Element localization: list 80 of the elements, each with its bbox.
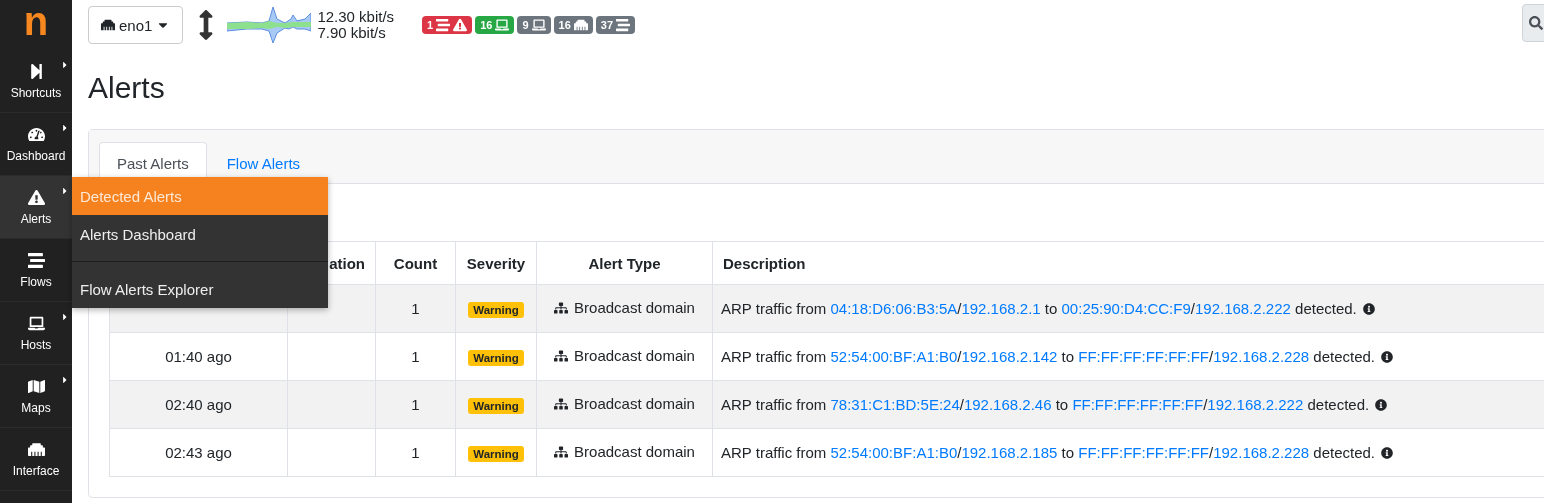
page-title: Alerts [88,70,166,106]
warning-icon [453,18,468,32]
count-cell: 1 [411,348,420,365]
map-icon [27,377,45,395]
severity-badge: Warning [468,397,524,414]
sitemap-icon [554,396,569,411]
laptop-icon [27,314,45,332]
count-badge[interactable]: 1 [422,16,473,34]
address-link[interactable]: 192.168.2.222 [1207,396,1304,413]
sidebar-item[interactable]: Maps [0,365,72,428]
info-icon[interactable] [1375,399,1388,411]
ethernet-icon [101,18,115,32]
sidebar-item[interactable]: Alerts [0,176,72,239]
address-link[interactable]: FF:FF:FF:FF:FF:FF [1078,444,1209,461]
sitemap-icon [554,444,569,459]
column-header: Alert Type [588,254,661,272]
address-link[interactable]: FF:FF:FF:FF:FF:FF [1072,396,1204,413]
address-link[interactable]: 04:18:D6:06:B3:5A [830,300,958,317]
address-link[interactable]: 52:54:00:BF:A1:B0 [830,444,958,461]
address-link[interactable]: FF:FF:FF:FF:FF:FF [1078,348,1209,365]
interface-dropdown[interactable]: eno1 [88,6,184,44]
logo[interactable]: n [23,1,49,41]
menu-item[interactable]: Detected Alerts [72,177,328,215]
laptop-icon [531,18,546,32]
address-link[interactable]: 52:54:00:BF:A1:B0 [830,348,958,365]
description-text: ARP traffic from 04:18:D6:06:B3:5A/192.168.2.1 to 00:25:90:D4:CC:F9/192.168.2.222 detected. [721,300,1357,317]
bars-icon [27,251,45,269]
count-cell: 1 [411,300,420,317]
sidebar-item[interactable]: Interface [0,428,72,491]
download-speed: 7.90 kbit/s [317,25,387,41]
date-cell: 01:40 ago [165,348,232,365]
date-cell: 02:40 ago [165,396,232,413]
info-icon[interactable] [1381,351,1393,363]
severity-badge: Warning [468,301,524,318]
menu-item[interactable]: Flow Alerts Explorer [72,270,328,308]
address-link[interactable]: 192.168.2.228 [1213,444,1310,461]
sitemap-icon [554,300,569,315]
alert-type-cell: Broadcast domain [574,395,695,413]
address-link[interactable]: 192.168.2.222 [1194,300,1291,317]
date-cell: 02:43 ago [165,444,232,461]
ethernet-icon [573,18,588,32]
menu-item[interactable]: Alerts Dashboard [72,215,328,253]
count-badge[interactable]: 16 [475,16,515,34]
column-header: ation [329,254,365,272]
column-header: Description [723,254,806,272]
laptop-icon [495,18,510,32]
description-text: ARP traffic from 52:54:00:BF:A1:B0/192.168.2.142 to FF:FF:FF:FF:FF:FF/192.168.2.228 detected. [721,348,1375,365]
count-cell: 1 [411,396,420,413]
address-link[interactable]: 192.168.2.142 [961,348,1058,365]
gauge-icon [27,125,45,143]
description-text: ARP traffic from 78:31:C1:BD:5E:24/192.168.2.46 to FF:FF:FF:FF:FF:FF/192.168.2.222 detected. [721,396,1370,413]
address-link[interactable]: 192.168.2.185 [961,444,1058,461]
address-link[interactable]: 78:31:C1:BD:5E:24 [830,396,960,413]
warning-icon [27,188,45,206]
address-link[interactable]: 192.168.2.46 [963,396,1052,413]
search-icon [1529,16,1543,30]
count-badge[interactable]: 16 [553,16,593,34]
alert-type-cell: Broadcast domain [574,347,695,365]
list-icon [616,18,631,32]
ethernet-icon [27,440,45,458]
address-link[interactable]: 192.168.2.1 [961,300,1041,317]
alert-type-cell: Broadcast domain [574,443,695,461]
list-icon [436,18,451,32]
info-icon[interactable] [1381,447,1393,459]
upload-speed: 12.30 kbit/s [317,9,395,25]
sitemap-icon [554,348,569,363]
count-cell: 1 [411,444,420,461]
address-link[interactable]: 192.168.2.228 [1213,348,1310,365]
alert-type-cell: Broadcast domain [574,299,695,317]
column-header: Count [393,254,438,272]
count-badge[interactable]: 37 [595,16,636,34]
address-link[interactable]: 00:25:90:D4:CC:F9 [1061,300,1191,317]
severity-badge: Warning [468,349,524,366]
sidebar-item[interactable]: Shortcuts [0,50,72,113]
sidebar-item[interactable]: Hosts [0,302,72,365]
description-text: ARP traffic from 52:54:00:BF:A1:B0/192.168.2.185 to FF:FF:FF:FF:FF:FF/192.168.2.228 detected. [721,444,1375,461]
info-icon[interactable] [1362,303,1375,315]
severity-badge: Warning [468,445,524,462]
count-badge[interactable]: 9 [517,16,551,34]
column-header: Severity [466,254,526,272]
